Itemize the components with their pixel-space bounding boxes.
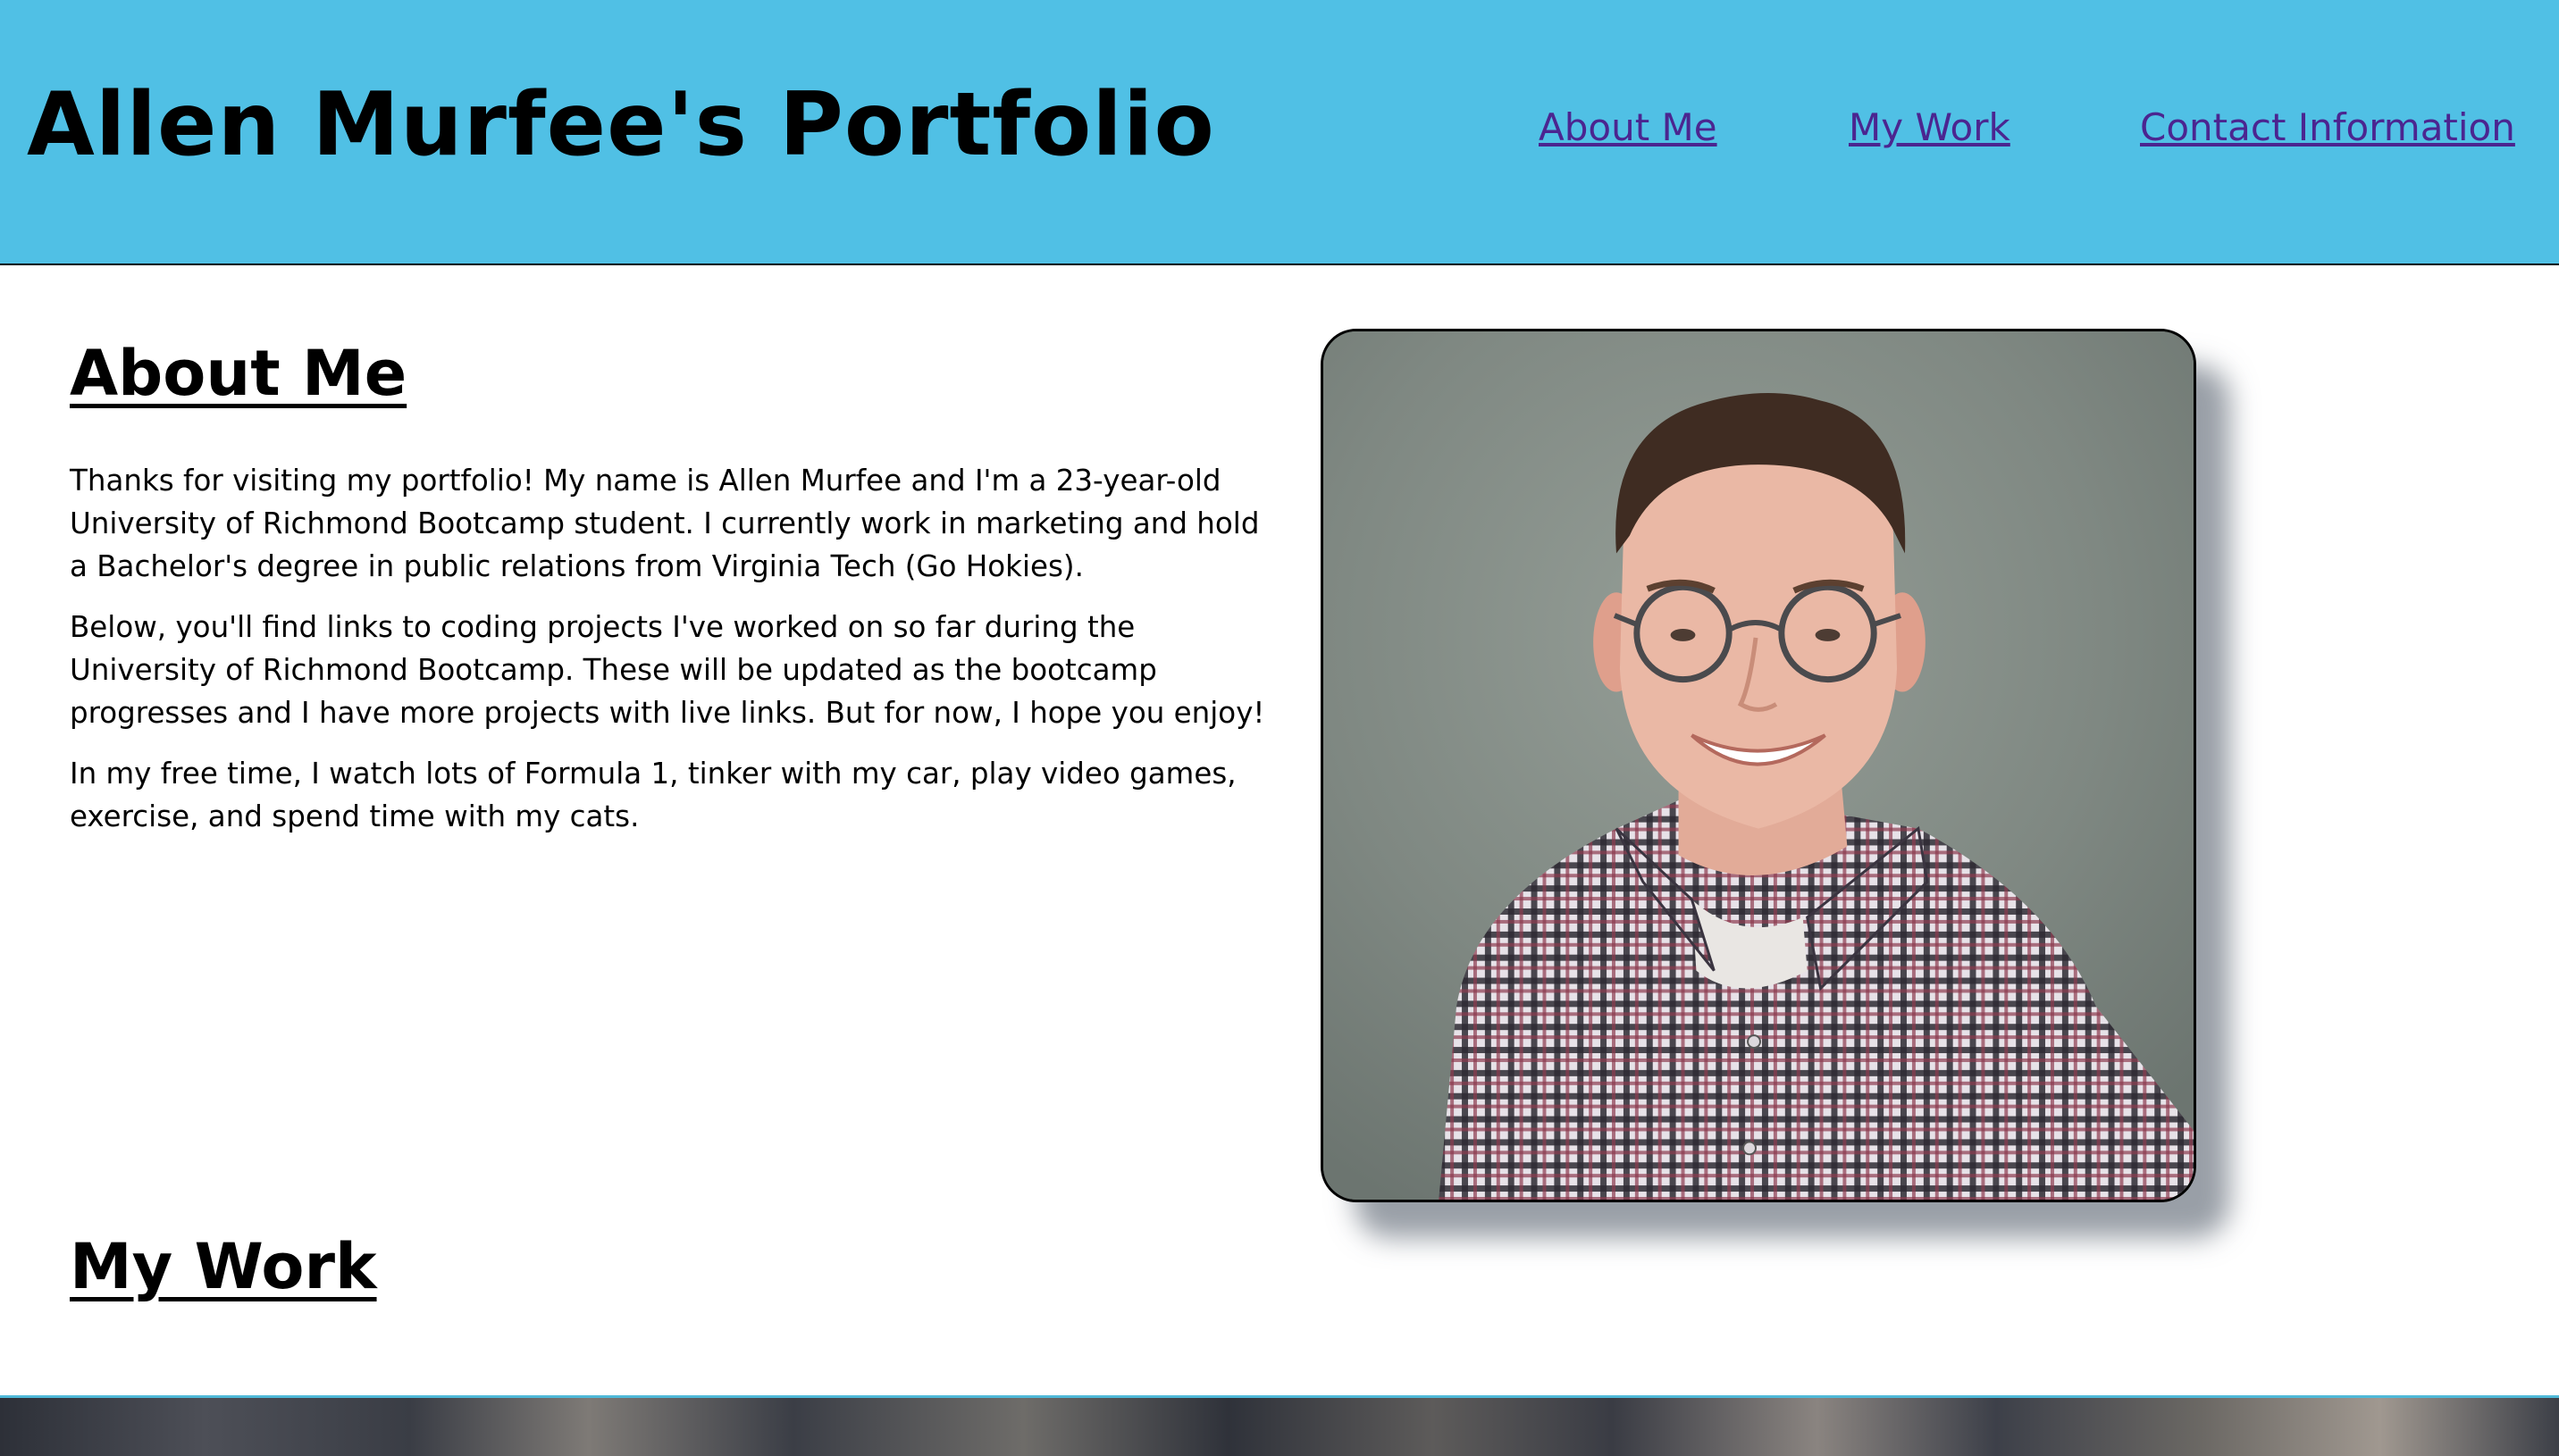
profile-photo-illustration bbox=[1323, 331, 2194, 1200]
nav-link-about-me[interactable]: About Me bbox=[1539, 105, 1717, 150]
my-work-heading: My Work bbox=[70, 1230, 377, 1303]
nav-link-contact-information[interactable]: Contact Information bbox=[2140, 105, 2515, 150]
about-paragraph-1: Thanks for visiting my portfolio! My nam… bbox=[70, 464, 1260, 583]
about-me-heading: About Me bbox=[70, 337, 407, 410]
about-paragraph-2: Below, you'll find links to coding proje… bbox=[70, 610, 1265, 730]
about-me-text: Thanks for visiting my portfolio! My nam… bbox=[70, 459, 1285, 856]
nav-link-my-work[interactable]: My Work bbox=[1849, 105, 2010, 150]
site-header: Allen Murfee's Portfolio About Me My Wor… bbox=[0, 0, 2559, 265]
site-title: Allen Murfee's Portfolio bbox=[27, 74, 1215, 176]
profile-photo bbox=[1321, 329, 2196, 1202]
project-banner-image bbox=[0, 1395, 2559, 1456]
about-paragraph-3: In my free time, I watch lots of Formula… bbox=[70, 757, 1237, 833]
